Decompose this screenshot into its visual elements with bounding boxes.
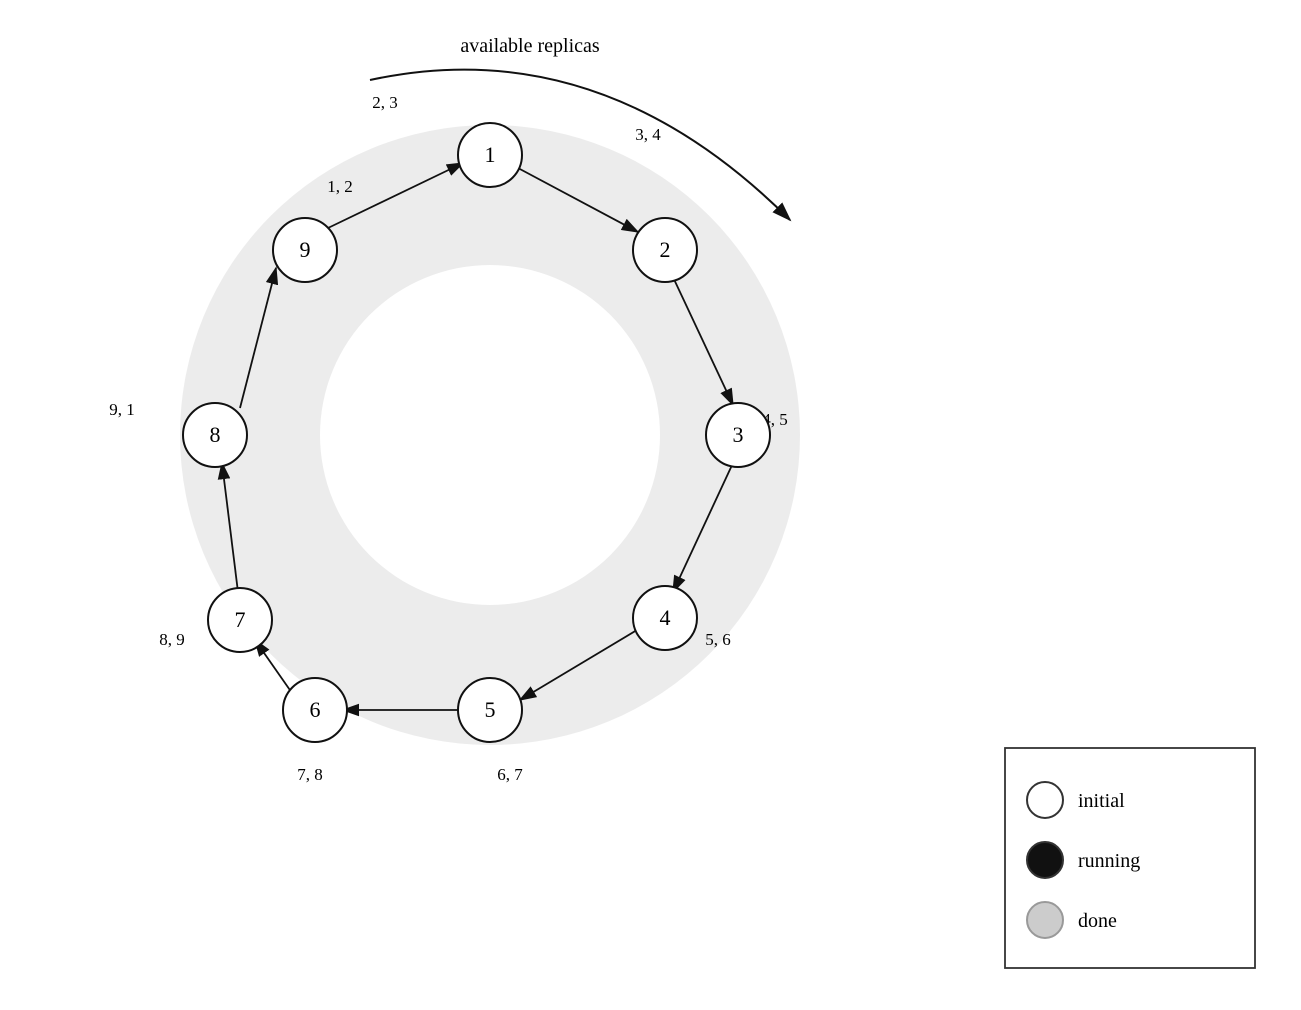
- edge-label-5-6: 5, 6: [705, 630, 731, 649]
- node-6-label: 6: [310, 697, 321, 722]
- node-4-label: 4: [660, 605, 671, 630]
- edge-label-9-1: 9, 1: [109, 400, 135, 419]
- legend-running-label: running: [1078, 850, 1140, 872]
- legend-initial-circle: [1027, 782, 1063, 818]
- node-3-label: 3: [733, 422, 744, 447]
- edge-label-3-4: 3, 4: [635, 125, 661, 144]
- available-replicas-label: available replicas: [460, 35, 600, 57]
- legend-initial-label: initial: [1078, 790, 1125, 812]
- edge-label-2-3: 2, 3: [372, 93, 398, 112]
- node-9-label: 9: [300, 237, 311, 262]
- legend-running-circle: [1027, 842, 1063, 878]
- edge-label-6-7: 6, 7: [497, 765, 523, 784]
- node-8-label: 8: [210, 422, 221, 447]
- node-2-label: 2: [660, 237, 671, 262]
- legend-done-circle: [1027, 902, 1063, 938]
- node-5-label: 5: [485, 697, 496, 722]
- legend-done-label: done: [1078, 910, 1117, 932]
- node-1-label: 1: [485, 142, 496, 167]
- node-7-label: 7: [235, 607, 246, 632]
- edge-label-8-9: 8, 9: [159, 630, 185, 649]
- edge-label-1-2: 1, 2: [327, 177, 353, 196]
- edge-label-7-8: 7, 8: [297, 765, 323, 784]
